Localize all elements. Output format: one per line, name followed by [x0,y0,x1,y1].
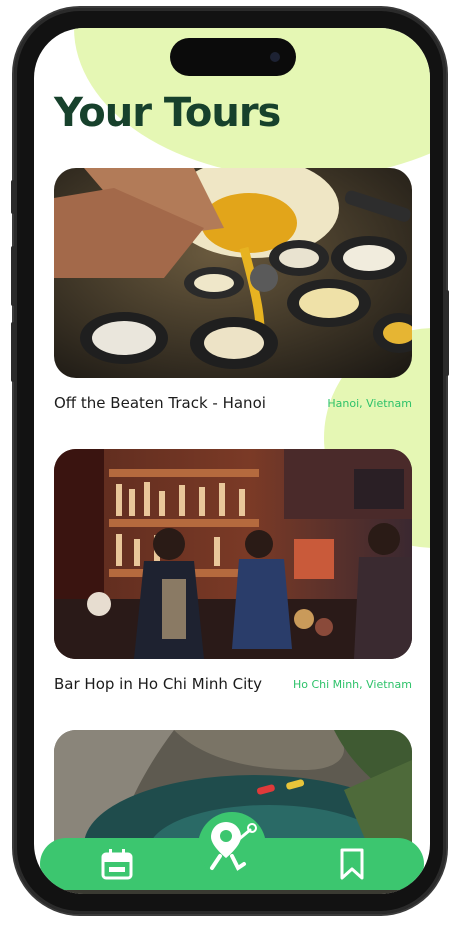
tour-image-street-food[interactable] [54,168,412,378]
tour-card[interactable]: Bar Hop in Ho Chi Minh City Ho Chi Minh,… [54,449,412,703]
bar-photo [54,449,412,659]
app-screen: Your Tours Off the Beaten Track - Hanoi … [34,28,430,894]
side-button-volume-down [11,322,15,382]
side-button-volume-up [11,246,15,306]
tour-meta: Off the Beaten Track - Hanoi Hanoi, Viet… [54,388,412,422]
tour-guide-logo-icon[interactable] [204,818,260,874]
tour-location: Ho Chi Minh, Vietnam [292,678,412,691]
side-button-action [11,180,15,214]
tour-card[interactable]: Off the Beaten Track - Hanoi Hanoi, Viet… [54,168,412,422]
tour-location: Hanoi, Vietnam [327,397,412,410]
page-title: Your Tours [54,90,281,136]
bookmark-icon[interactable] [338,848,366,880]
street-food-photo [54,168,412,378]
dynamic-island [170,38,296,76]
tour-name[interactable]: Off the Beaten Track - Hanoi [54,394,266,412]
calendar-icon[interactable] [100,848,134,880]
camera-dot [270,52,280,62]
side-button-power [445,290,449,376]
tour-meta: Bar Hop in Ho Chi Minh City Ho Chi Minh,… [54,669,412,703]
tour-name[interactable]: Bar Hop in Ho Chi Minh City [54,675,262,693]
tour-image-bar[interactable] [54,449,412,659]
